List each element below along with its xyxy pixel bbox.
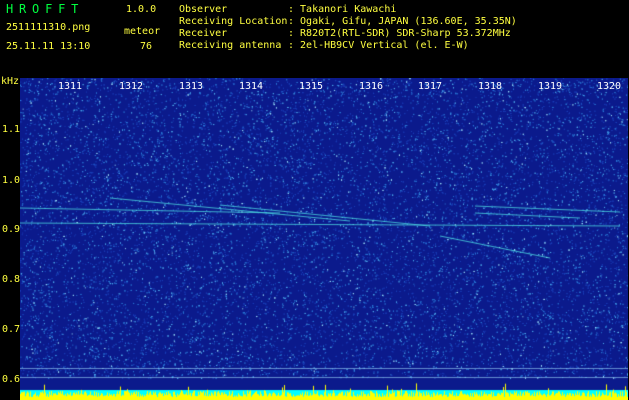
antenna-label: Receiving antenna	[179, 40, 282, 51]
y-tick-label: 0.9	[2, 224, 21, 235]
file-name: 2511111310.png	[6, 22, 91, 33]
meteor-label: meteor	[124, 26, 161, 37]
spectrogram-canvas	[20, 78, 628, 400]
time-tick-label: 1314	[239, 81, 264, 92]
y-tick-label: 0.7	[2, 324, 21, 335]
date-time: 25.11.11 13:10	[6, 41, 91, 52]
time-tick-label: 1317	[418, 81, 443, 92]
location-value: : Ogaki, Gifu, JAPAN (136.60E, 35.35N)	[288, 16, 517, 27]
y-tick-label: 0.6	[2, 374, 21, 385]
time-tick-label: 1311	[58, 81, 83, 92]
receiver-label: Receiver	[179, 28, 228, 39]
time-tick-label: 1312	[119, 81, 144, 92]
y-tick-label: 1.1	[2, 124, 21, 135]
time-tick-label: 1313	[179, 81, 204, 92]
observer-value: : Takanori Kawachi	[288, 4, 397, 15]
time-tick-label: 1318	[478, 81, 503, 92]
y-tick-label: 1.0	[2, 175, 21, 186]
y-tick-label: 0.8	[2, 274, 21, 285]
app-title: HROFFT	[6, 2, 85, 16]
time-tick-label: 1315	[299, 81, 324, 92]
frequency-unit: kHz	[1, 76, 20, 87]
location-label: Receiving Location	[179, 16, 288, 27]
time-tick-label: 1319	[538, 81, 563, 92]
receiver-value: : R820T2(RTL-SDR) SDR-Sharp 53.372MHz	[288, 28, 511, 39]
antenna-value: : 2el-HB9CV Vertical (el. E-W)	[288, 40, 469, 51]
meteor-count: 76	[140, 41, 153, 52]
time-tick-label: 1316	[359, 81, 384, 92]
time-tick-label: 1320	[597, 81, 622, 92]
observer-label: Observer	[179, 4, 228, 15]
app-version: 1.0.0	[126, 4, 157, 15]
